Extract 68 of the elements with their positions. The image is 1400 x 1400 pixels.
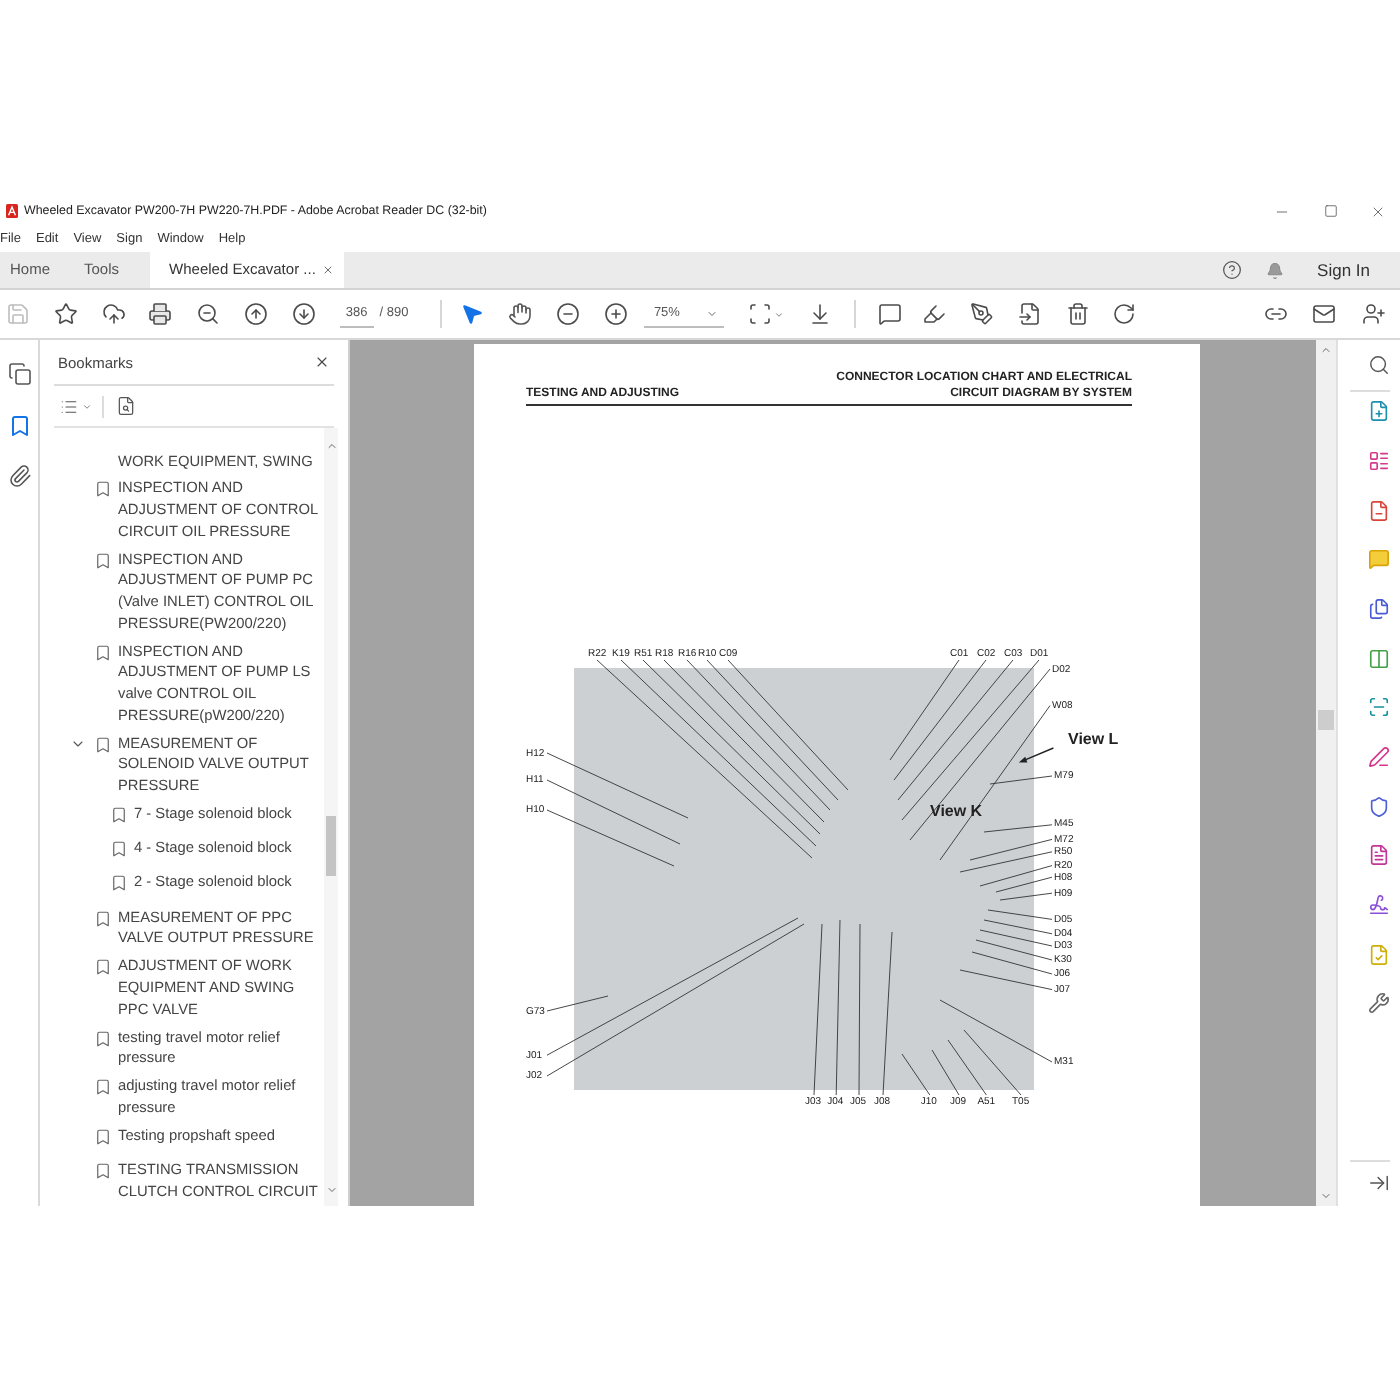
caret-icon[interactable] bbox=[82, 401, 92, 411]
rotate-icon[interactable] bbox=[1112, 302, 1137, 326]
leader-line bbox=[979, 865, 1053, 887]
pen-icon[interactable] bbox=[1368, 746, 1390, 768]
view-label: View L bbox=[1068, 730, 1119, 749]
caret-icon[interactable] bbox=[773, 309, 784, 319]
file-plus-icon[interactable] bbox=[1368, 400, 1390, 423]
close-icon[interactable] bbox=[1370, 203, 1386, 219]
files-icon[interactable] bbox=[1368, 597, 1390, 620]
help-icon[interactable] bbox=[1221, 260, 1242, 280]
scrollbar-thumb[interactable] bbox=[326, 816, 336, 876]
columns-icon[interactable] bbox=[1368, 647, 1390, 670]
highlighter-icon[interactable] bbox=[922, 302, 947, 326]
maximize-icon[interactable] bbox=[1324, 204, 1338, 218]
close-icon[interactable] bbox=[314, 354, 330, 370]
file-check-icon[interactable] bbox=[1368, 943, 1390, 966]
bookmark-icon[interactable] bbox=[7, 413, 31, 437]
paperclip-icon[interactable] bbox=[7, 464, 31, 488]
search-icon[interactable] bbox=[1368, 354, 1390, 376]
leader-line bbox=[975, 939, 1053, 961]
scan-icon[interactable] bbox=[1368, 696, 1390, 719]
zoom-out-icon[interactable] bbox=[196, 302, 221, 326]
wrench-icon[interactable] bbox=[1368, 992, 1390, 1015]
bookmark-icon[interactable] bbox=[94, 643, 112, 662]
pen-nib-icon[interactable] bbox=[969, 302, 994, 326]
sign-in-button[interactable]: Sign In bbox=[1317, 260, 1370, 280]
signature-icon[interactable] bbox=[1368, 894, 1390, 917]
plus-circle-icon[interactable] bbox=[603, 302, 628, 326]
arrow-up-circle-icon[interactable] bbox=[243, 302, 268, 326]
bookmark-icon[interactable] bbox=[94, 958, 112, 977]
view-label: View K bbox=[930, 801, 983, 819]
bookmark-icon[interactable] bbox=[94, 551, 112, 570]
comment-icon[interactable] bbox=[878, 302, 903, 326]
file-arrow-icon[interactable] bbox=[1017, 302, 1042, 326]
printer-icon[interactable] bbox=[148, 302, 173, 326]
close-icon[interactable] bbox=[321, 264, 334, 276]
bookmark-icon[interactable] bbox=[94, 735, 112, 754]
layout-list-icon[interactable] bbox=[1368, 449, 1390, 472]
shield-icon[interactable] bbox=[1368, 795, 1390, 818]
minus-circle-icon[interactable] bbox=[555, 302, 580, 326]
pages-icon[interactable] bbox=[7, 362, 31, 386]
hand-icon[interactable] bbox=[507, 302, 532, 326]
file-search-icon[interactable] bbox=[116, 396, 136, 416]
cloud-upload-icon[interactable] bbox=[101, 302, 126, 326]
arrow bbox=[1018, 747, 1055, 763]
arrow-down-circle-icon[interactable] bbox=[291, 302, 316, 326]
arrow-right-to-line-icon[interactable] bbox=[1368, 1172, 1390, 1194]
scrollbar-thumb[interactable] bbox=[1318, 710, 1334, 730]
bookmark-icon[interactable] bbox=[94, 480, 112, 499]
pdf-app-icon bbox=[6, 204, 18, 218]
leader-line bbox=[971, 951, 1053, 975]
user-plus-icon[interactable] bbox=[1362, 302, 1386, 326]
scan-frame-icon[interactable] bbox=[747, 302, 772, 326]
bookmark-icon[interactable] bbox=[94, 1029, 112, 1048]
arrow-down-to-line-icon[interactable] bbox=[807, 302, 832, 326]
list-icon[interactable] bbox=[60, 397, 78, 415]
bell-icon[interactable] bbox=[1265, 261, 1284, 279]
trash-icon[interactable] bbox=[1066, 302, 1091, 326]
link-icon[interactable] bbox=[1263, 302, 1288, 326]
leader-line bbox=[979, 929, 1053, 947]
pointer-icon[interactable] bbox=[460, 302, 485, 326]
bookmark-icon[interactable] bbox=[94, 1078, 112, 1097]
star-icon[interactable] bbox=[53, 302, 78, 326]
leader-line bbox=[901, 1053, 931, 1096]
file-text-icon[interactable] bbox=[1368, 844, 1390, 867]
file-minus-icon[interactable] bbox=[1368, 499, 1390, 522]
mail-icon[interactable] bbox=[1312, 302, 1336, 326]
leader-line bbox=[959, 969, 1053, 991]
